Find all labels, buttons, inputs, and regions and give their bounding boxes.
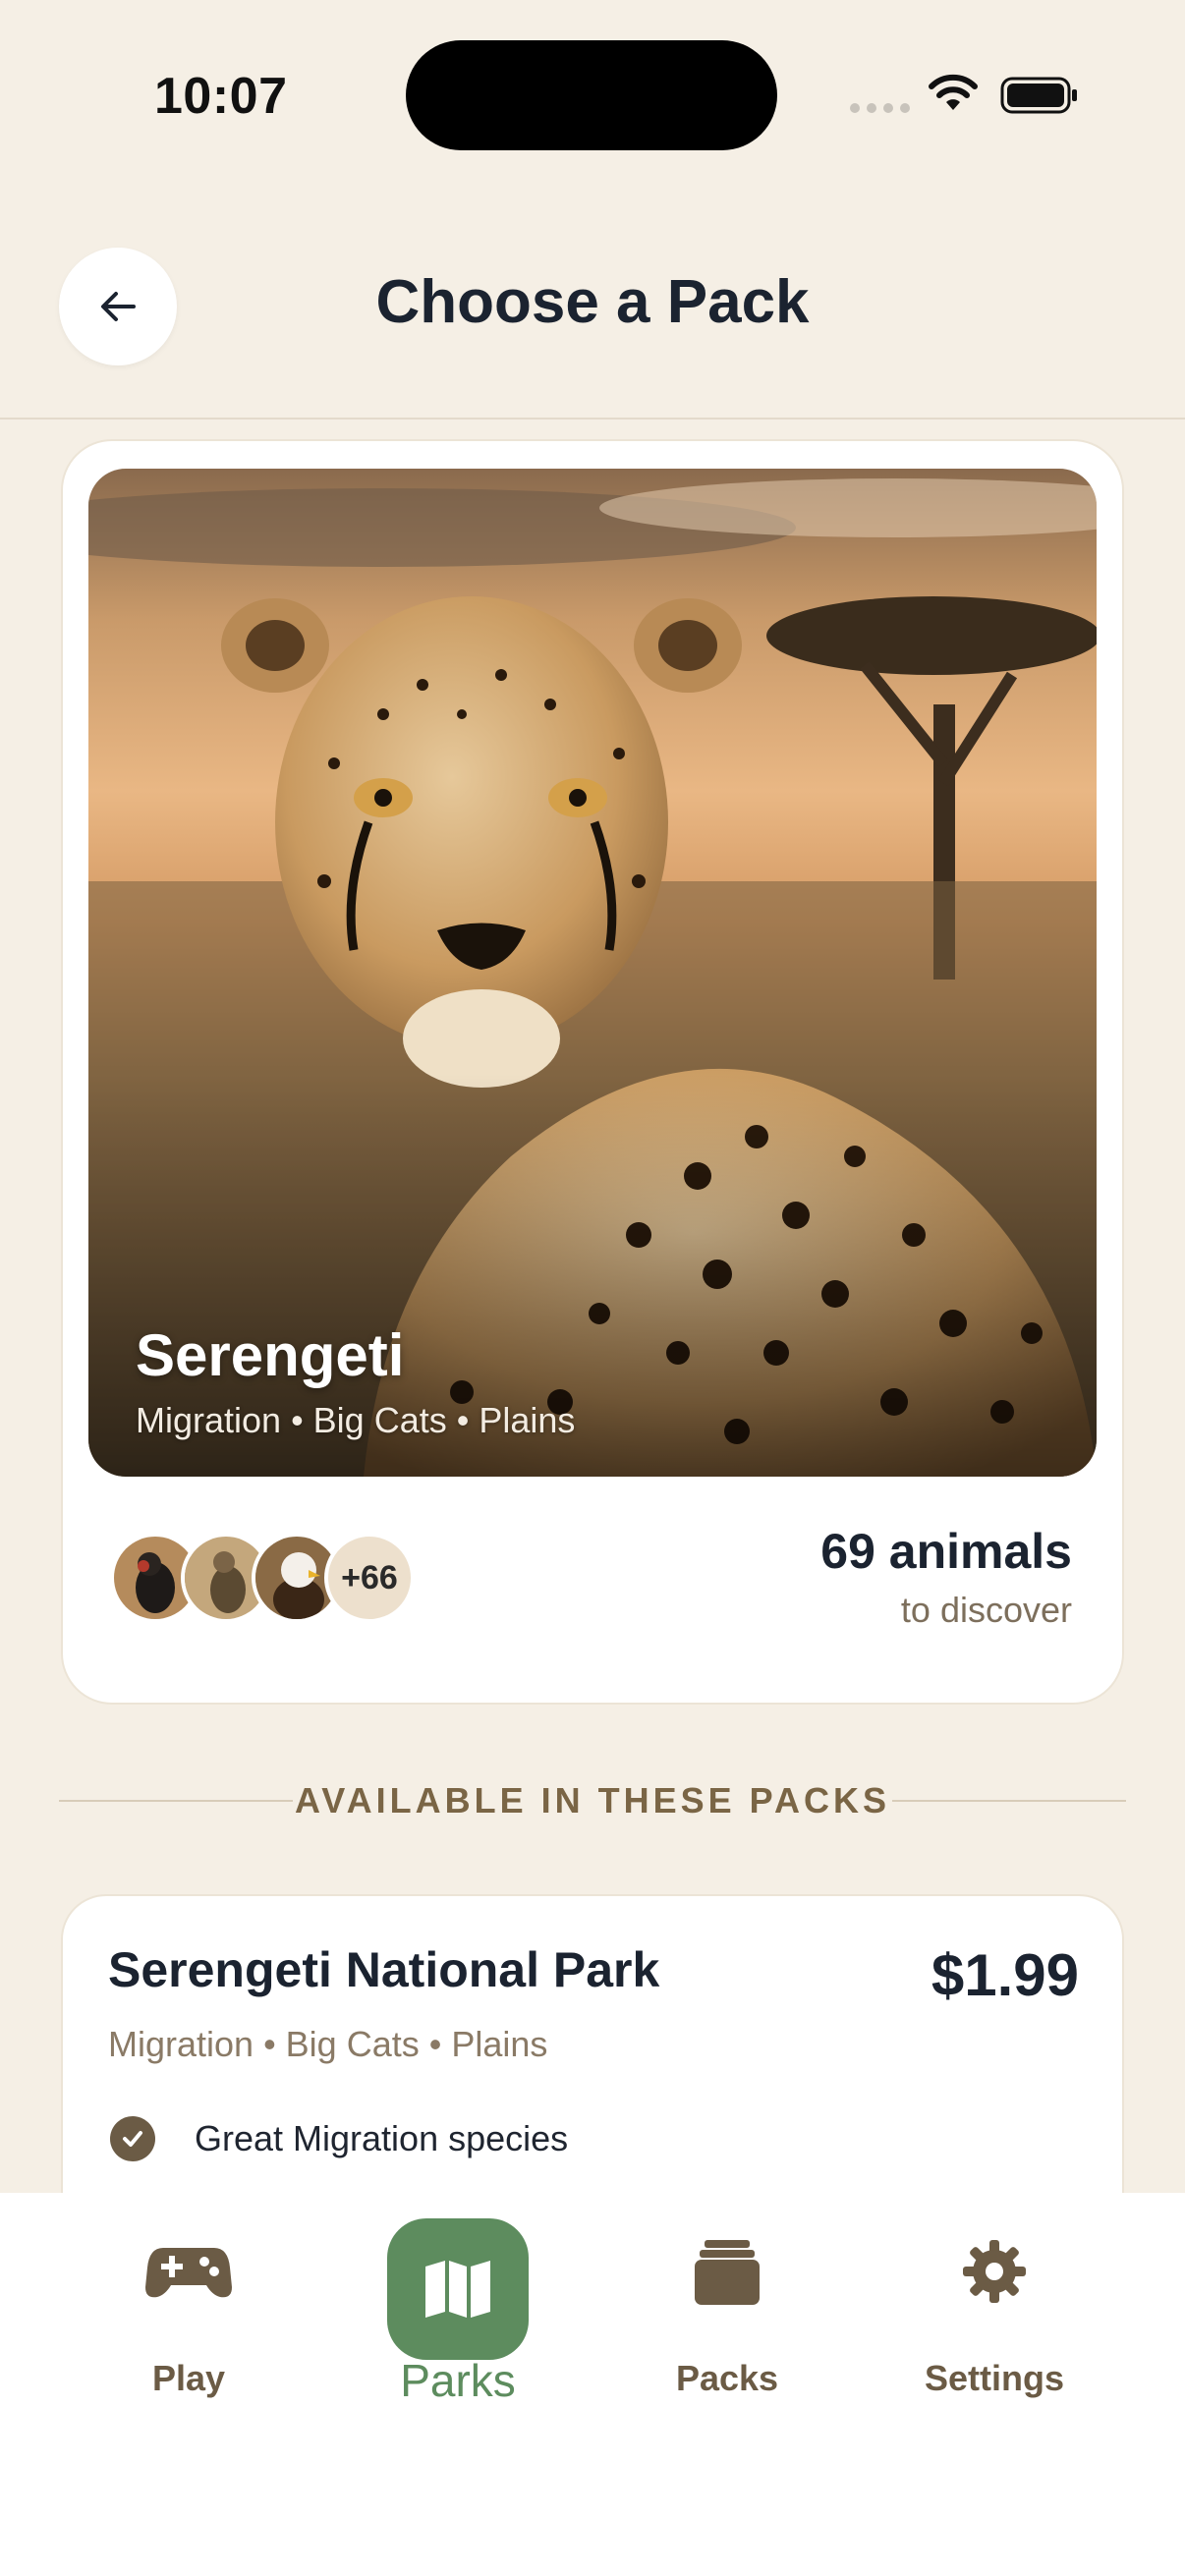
dynamic-island <box>406 40 777 150</box>
wifi-icon <box>929 74 978 110</box>
map-icon <box>387 2218 529 2360</box>
more-animals-badge: +66 <box>324 1533 415 1623</box>
animals-count: 69 animals <box>820 1524 1072 1579</box>
pack-tags: Migration • Big Cats • Plains <box>108 2024 548 2064</box>
stack-icon <box>678 2222 776 2321</box>
tab-settings-label: Settings <box>924 2358 1064 2398</box>
tab-play-label: Play <box>151 2358 226 2398</box>
check-circle-icon <box>110 2116 155 2161</box>
gamepad-icon <box>140 2222 238 2321</box>
status-time: 10:07 <box>154 68 288 125</box>
pack-feature-item: Great Migration species <box>195 2118 569 2158</box>
pack-name: Serengeti National Park <box>108 1942 660 1997</box>
cellular-signal-icon <box>850 103 910 113</box>
featured-park-title: Serengeti <box>136 1322 405 1388</box>
battery-icon <box>1000 77 1077 114</box>
featured-park-image: Serengeti Migration • Big Cats • Plains <box>88 469 1097 1477</box>
pack-price: $1.99 <box>931 1942 1079 2008</box>
header-divider <box>0 418 1185 420</box>
section-divider-right <box>892 1800 1126 1802</box>
featured-park-tags: Migration • Big Cats • Plains <box>136 1400 576 1440</box>
gear-icon <box>945 2222 1044 2321</box>
animals-count-subtitle: to discover <box>900 1590 1072 1630</box>
tab-parks-label: Parks <box>400 2355 516 2406</box>
page-title: Choose a Pack <box>375 268 810 336</box>
tab-packs-label: Packs <box>675 2358 779 2398</box>
